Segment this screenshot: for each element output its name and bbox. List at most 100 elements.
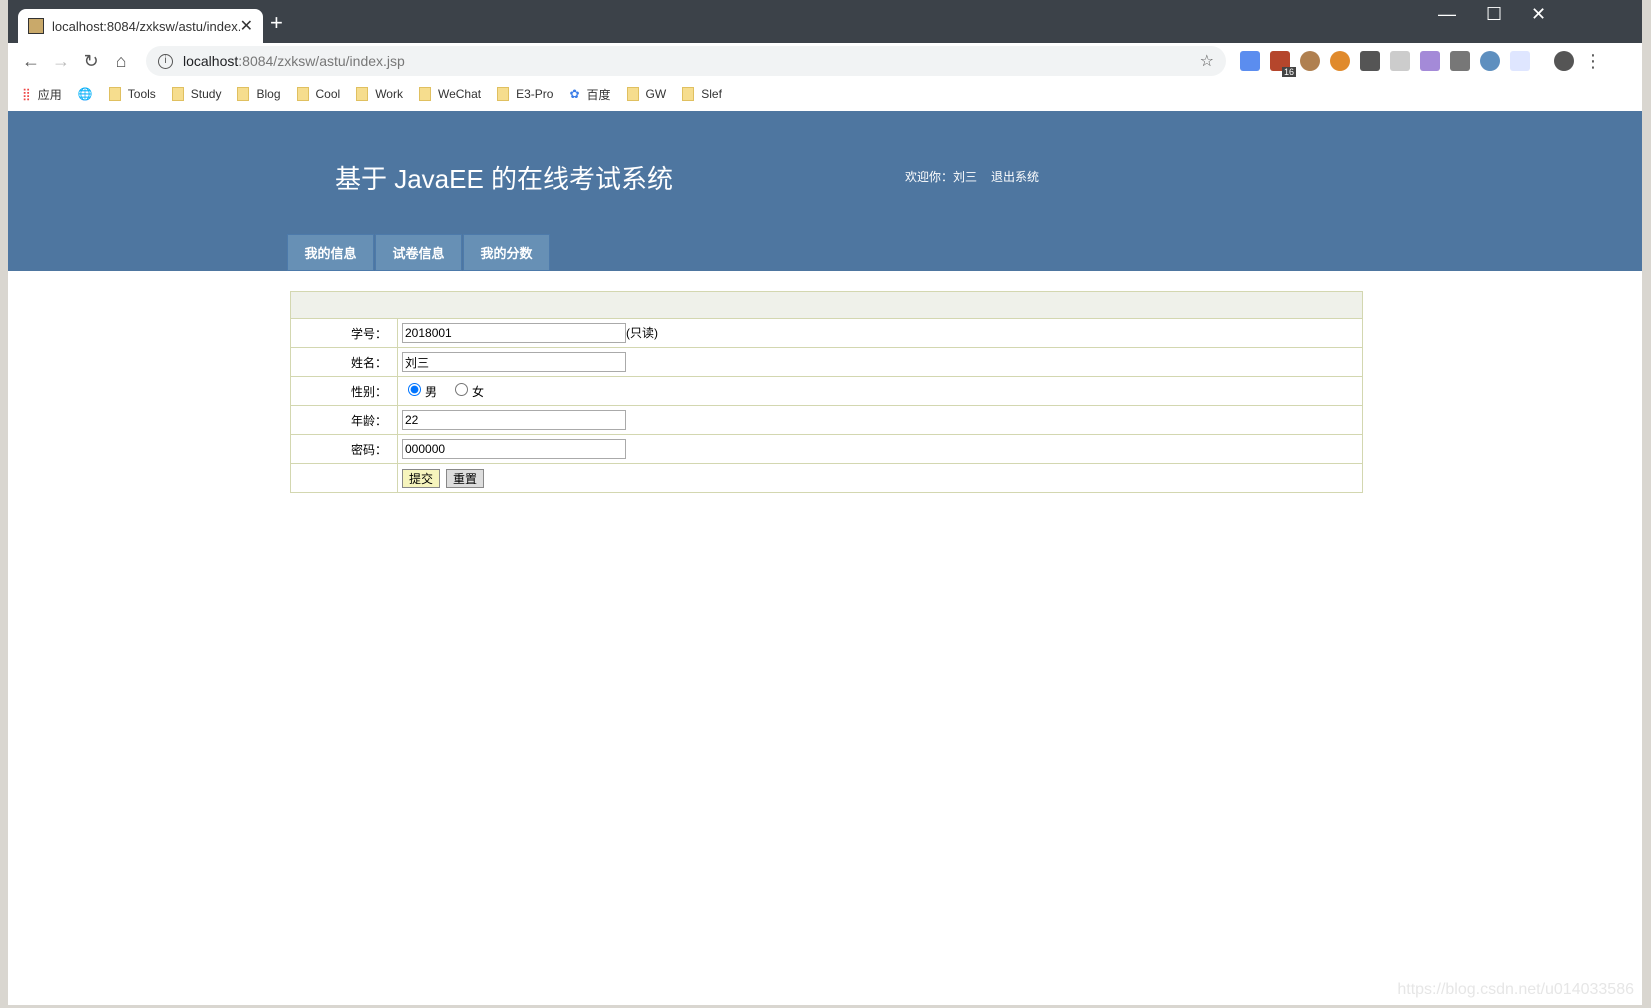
close-window-icon[interactable]: ✕ xyxy=(1531,4,1546,25)
maximize-icon[interactable]: ☐ xyxy=(1486,4,1502,25)
bookmark-blog[interactable]: Blog xyxy=(237,87,281,101)
bookmark-label: 百度 xyxy=(586,87,611,102)
calendar-extension-icon[interactable]: 16 xyxy=(1270,51,1296,77)
close-tab-icon[interactable]: ✕ xyxy=(240,16,253,36)
gender-female-radio[interactable] xyxy=(455,382,469,396)
folder-icon xyxy=(237,87,250,101)
info-icon[interactable]: i xyxy=(158,53,173,69)
folder-icon xyxy=(418,87,431,101)
bookmark-tools[interactable]: Tools xyxy=(108,87,156,101)
bookmark-e3pro[interactable]: E3-Pro xyxy=(497,87,553,101)
browser-window: localhost:8084/zxksw/astu/index.jsp ✕ + … xyxy=(8,0,1642,1005)
globe-icon[interactable]: 🌐 xyxy=(78,87,93,101)
row-name: 姓名： xyxy=(290,347,1363,377)
bookmark-label: E3-Pro xyxy=(516,87,554,101)
reset-button[interactable]: 重置 xyxy=(446,468,485,488)
address-bar[interactable]: i localhost:8084/zxksw/astu/index.jsp ☆ xyxy=(146,46,1226,76)
folder-icon xyxy=(626,87,639,101)
row-age: 年龄： xyxy=(290,405,1363,435)
age-label: 年龄： xyxy=(290,405,398,435)
browser-tab[interactable]: localhost:8084/zxksw/astu/index.jsp ✕ xyxy=(18,9,263,43)
pdf-icon[interactable] xyxy=(1420,51,1440,71)
folder-icon xyxy=(108,87,121,101)
page-content: 基于 JavaEE 的在线考试系统 欢迎你：刘三 退出系统 我的信息 试卷信息 我… xyxy=(8,111,1642,1005)
download-icon[interactable] xyxy=(1450,51,1470,71)
bookmark-label: Study xyxy=(190,87,222,101)
site-header: 基于 JavaEE 的在线考试系统 欢迎你：刘三 退出系统 我的信息 试卷信息 我… xyxy=(8,111,1642,271)
welcome-text: 欢迎你：刘三 xyxy=(905,170,978,184)
url-path: :8084/zxksw/astu/index.jsp xyxy=(238,53,405,69)
bookmark-label: GW xyxy=(645,87,667,101)
row-gender: 性别： 男 女 xyxy=(290,376,1363,406)
extensions: 16 ⋮ xyxy=(1240,51,1602,77)
password-label: 密码： xyxy=(290,434,398,464)
url-host: localhost xyxy=(183,53,239,69)
toolbar: ← → ↻ ⌂ i localhost:8084/zxksw/astu/inde… xyxy=(8,43,1642,79)
folder-icon xyxy=(682,87,695,101)
logout-link[interactable]: 退出系统 xyxy=(991,170,1039,184)
gender-male-label: 男 xyxy=(425,384,438,399)
gender-male-radio[interactable] xyxy=(408,382,421,396)
bookmark-cool[interactable]: Cool xyxy=(296,87,340,101)
bookmark-star-icon[interactable]: ☆ xyxy=(1200,51,1214,71)
tab-title: localhost:8084/zxksw/astu/index.jsp xyxy=(52,18,240,34)
bookmark-label: WeChat xyxy=(437,87,482,101)
favicon-icon xyxy=(28,18,44,34)
bookmark-slef[interactable]: Slef xyxy=(682,87,722,101)
bookmark-study[interactable]: Study xyxy=(171,87,222,101)
tab-exam-info[interactable]: 试卷信息 xyxy=(375,234,462,271)
apps-grid-icon: ⣿ xyxy=(22,87,31,101)
qr-code-icon[interactable] xyxy=(1360,51,1380,71)
folder-icon xyxy=(171,87,184,101)
name-input[interactable] xyxy=(402,352,626,372)
gender-label: 性别： xyxy=(290,376,398,406)
jh-extension-icon[interactable] xyxy=(1240,51,1260,71)
folder-icon xyxy=(296,87,309,101)
minimize-icon[interactable]: — xyxy=(1438,4,1456,25)
form-header-row xyxy=(290,291,1363,319)
monkey-extension-icon[interactable] xyxy=(1300,51,1320,71)
password-input[interactable] xyxy=(402,439,626,459)
tab-my-scores[interactable]: 我的分数 xyxy=(463,234,550,271)
submit-button[interactable]: 提交 xyxy=(402,468,441,488)
user-info: 欢迎你：刘三 退出系统 xyxy=(905,168,1053,185)
translate-icon[interactable] xyxy=(1390,51,1410,71)
bookmark-label: Blog xyxy=(256,87,281,101)
menu-kebab-icon[interactable]: ⋮ xyxy=(1584,51,1602,72)
tab-strip: localhost:8084/zxksw/astu/index.jsp ✕ + … xyxy=(8,0,1642,43)
home-icon[interactable]: ⌂ xyxy=(106,51,136,72)
profile-icon[interactable] xyxy=(1554,51,1574,71)
bookmark-wechat[interactable]: WeChat xyxy=(418,87,482,101)
bird-extension-icon[interactable] xyxy=(1510,51,1530,71)
back-icon[interactable]: ← xyxy=(16,51,46,72)
download-circle-icon[interactable] xyxy=(1480,51,1500,71)
student-id-label: 学号： xyxy=(290,318,398,348)
row-actions: 提交 重置 xyxy=(290,463,1363,493)
student-id-input[interactable] xyxy=(402,323,626,343)
bookmark-gw[interactable]: GW xyxy=(626,87,667,101)
profile-form: 学号： (只读) 姓名： 性别： 男 女 年龄： 密码： 提交重置 xyxy=(290,291,1363,493)
age-input[interactable] xyxy=(402,410,626,430)
bookmarks-bar: ⣿ 应用 🌐 Tools Study Blog Cool Work WeChat … xyxy=(8,79,1642,109)
reload-icon[interactable]: ↻ xyxy=(76,51,106,72)
name-label: 姓名： xyxy=(290,347,398,377)
gender-female-label: 女 xyxy=(472,384,485,399)
main-menu: 我的信息 试卷信息 我的分数 xyxy=(287,234,551,271)
readonly-note: (只读) xyxy=(626,326,658,340)
watermark: https://blog.csdn.net/u014033586 xyxy=(1397,981,1634,998)
folder-icon xyxy=(356,87,369,101)
forward-icon[interactable]: → xyxy=(46,51,76,72)
bookmark-label: Work xyxy=(375,87,403,101)
folder-icon xyxy=(497,87,510,101)
new-tab-icon[interactable]: + xyxy=(270,10,283,36)
site-title: 基于 JavaEE 的在线考试系统 xyxy=(335,164,674,194)
tab-my-info[interactable]: 我的信息 xyxy=(287,234,374,271)
baidu-paw-icon: ✿ xyxy=(569,87,580,101)
bookmark-baidu[interactable]: ✿ 百度 xyxy=(569,86,610,103)
bookmark-work[interactable]: Work xyxy=(356,87,403,101)
bookmark-apps[interactable]: ⣿ 应用 xyxy=(22,86,62,103)
row-student-id: 学号： (只读) xyxy=(290,318,1363,348)
badge: 16 xyxy=(1281,67,1296,77)
bookmark-label: Slef xyxy=(701,87,722,101)
orange-extension-icon[interactable] xyxy=(1330,51,1350,71)
